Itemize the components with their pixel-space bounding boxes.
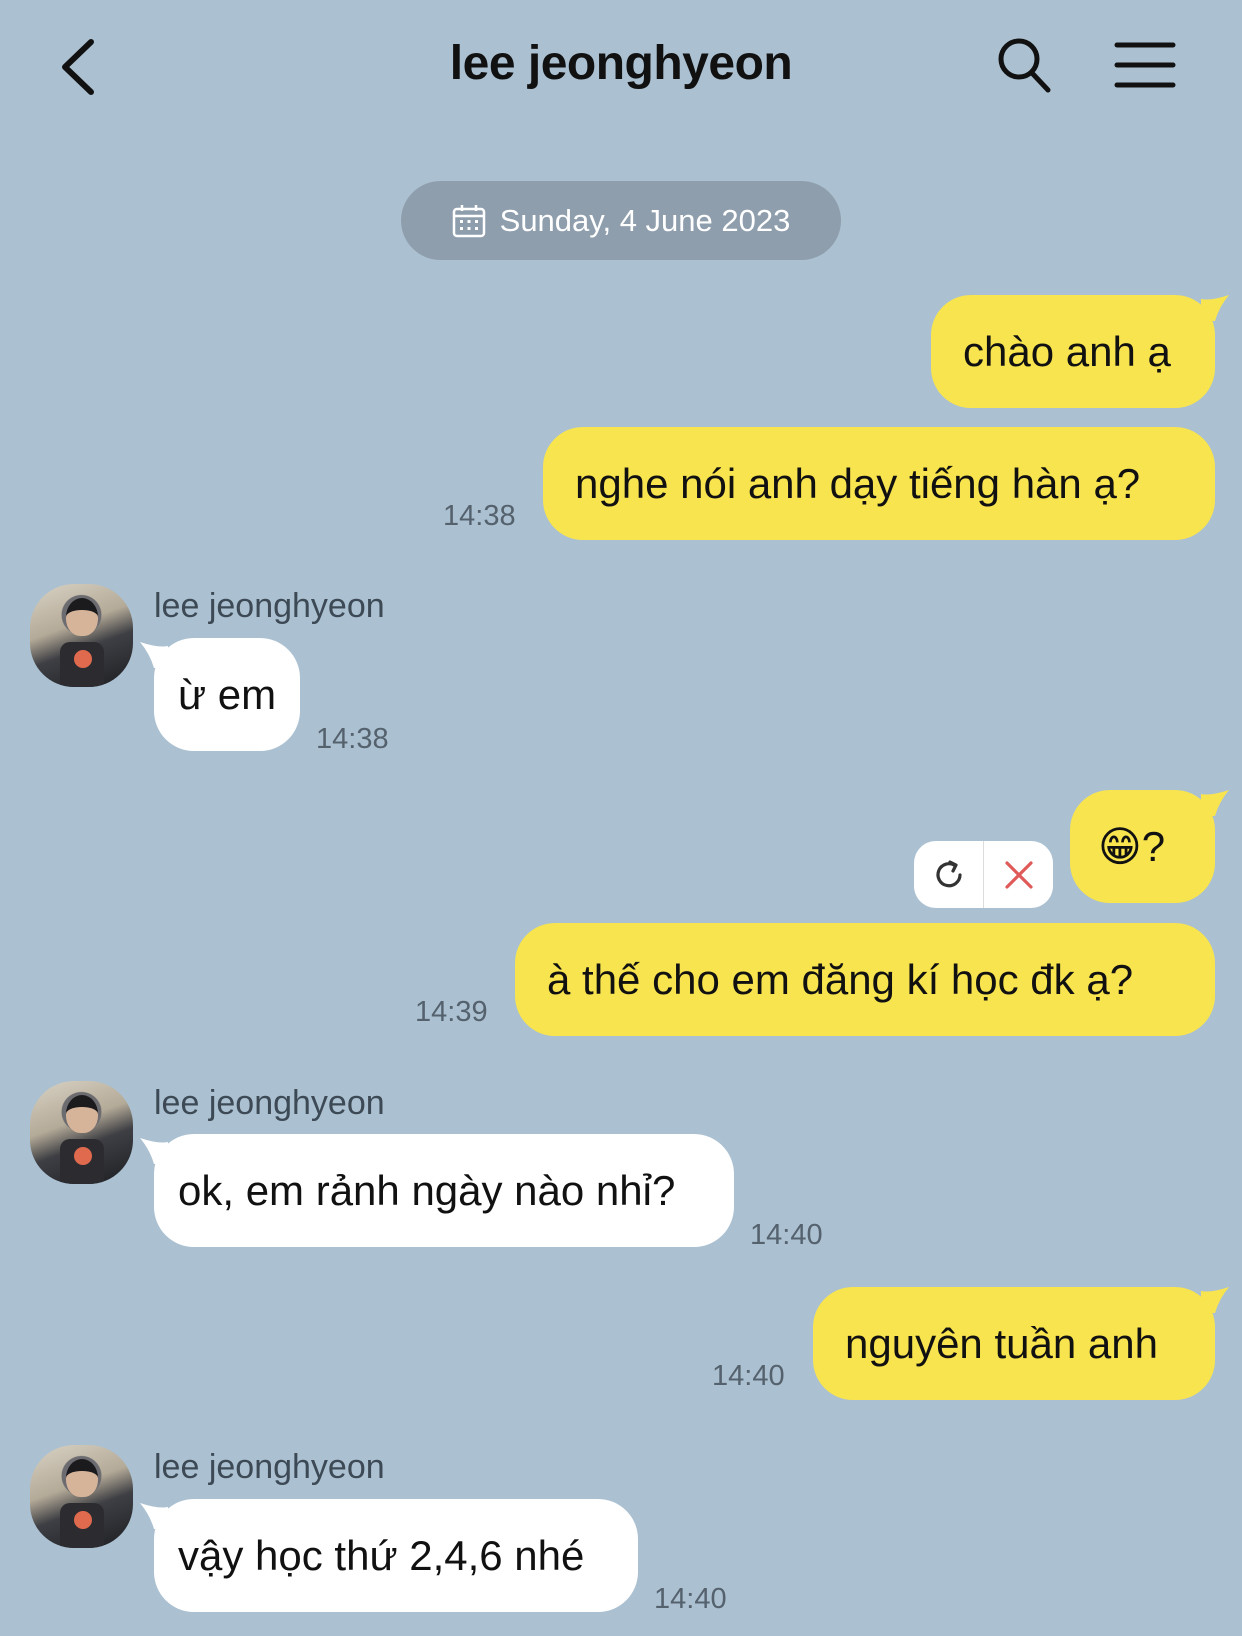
message-timestamp: 14:40	[712, 1360, 785, 1392]
bubble-tail	[1201, 1287, 1229, 1313]
chat-title: lee jeonghyeon	[449, 37, 793, 90]
incoming-message-bubble[interactable]: ừ em	[140, 638, 300, 751]
outgoing-message-bubble[interactable]: nguyên tuần anh	[813, 1287, 1229, 1400]
incoming-message-bubble[interactable]: ok, em rảnh ngày nào nhỉ?	[140, 1134, 734, 1247]
message-timestamp: 14:40	[750, 1219, 823, 1251]
message-text: ok, em rảnh ngày nào nhỉ?	[178, 1166, 676, 1214]
outgoing-message-bubble[interactable]: nghe nói anh dạy tiếng hàn ạ?	[543, 427, 1215, 540]
bubble-tail	[140, 1138, 168, 1164]
avatar[interactable]	[30, 1081, 133, 1184]
message-text: nguyên tuần anh	[845, 1319, 1158, 1367]
message-text: nghe nói anh dạy tiếng hàn ạ?	[575, 459, 1141, 507]
message-timestamp: 14:38	[443, 500, 516, 532]
date-label: Sunday, 4 June 2023	[499, 202, 791, 238]
incoming-message-bubble[interactable]: vậy học thứ 2,4,6 nhé	[140, 1499, 638, 1612]
menu-button[interactable]	[1114, 40, 1176, 90]
delete-failed-button[interactable]	[984, 841, 1053, 908]
message-text: 😁?	[1098, 822, 1166, 870]
message-timestamp: 14:38	[316, 723, 389, 755]
outgoing-message-bubble[interactable]: 😁?	[1070, 790, 1229, 903]
message-text: à thế cho em đăng kí học đk ạ?	[547, 955, 1134, 1003]
avatar[interactable]	[30, 1445, 133, 1548]
bubble-tail	[1201, 295, 1229, 321]
message-timestamp: 14:40	[654, 1583, 727, 1615]
failed-message-actions	[914, 841, 1053, 908]
outgoing-message-bubble[interactable]: chào anh ạ	[931, 295, 1229, 408]
outgoing-message-bubble[interactable]: à thế cho em đăng kí học đk ạ?	[515, 923, 1215, 1036]
message-text: vậy học thứ 2,4,6 nhé	[178, 1531, 585, 1579]
chat-header: lee jeonghyeon	[0, 0, 1242, 130]
refresh-icon	[935, 859, 962, 887]
search-button[interactable]	[996, 36, 1052, 94]
sender-name: lee jeonghyeon	[154, 1084, 385, 1122]
message-text: ừ em	[178, 670, 277, 718]
hamburger-menu-icon	[1114, 42, 1176, 88]
sender-name: lee jeonghyeon	[154, 1448, 385, 1486]
search-icon	[998, 38, 1051, 93]
resend-button[interactable]	[914, 841, 983, 908]
calendar-icon	[452, 204, 485, 237]
bubble-tail	[140, 642, 168, 668]
date-divider: Sunday, 4 June 2023	[401, 181, 841, 260]
sender-name: lee jeonghyeon	[154, 587, 385, 625]
bubble-tail	[1201, 790, 1229, 816]
close-icon	[1004, 860, 1033, 889]
avatar[interactable]	[30, 584, 133, 687]
message-timestamp: 14:39	[415, 996, 488, 1028]
bubble-tail	[140, 1503, 168, 1529]
message-text: chào anh ạ	[963, 327, 1171, 375]
